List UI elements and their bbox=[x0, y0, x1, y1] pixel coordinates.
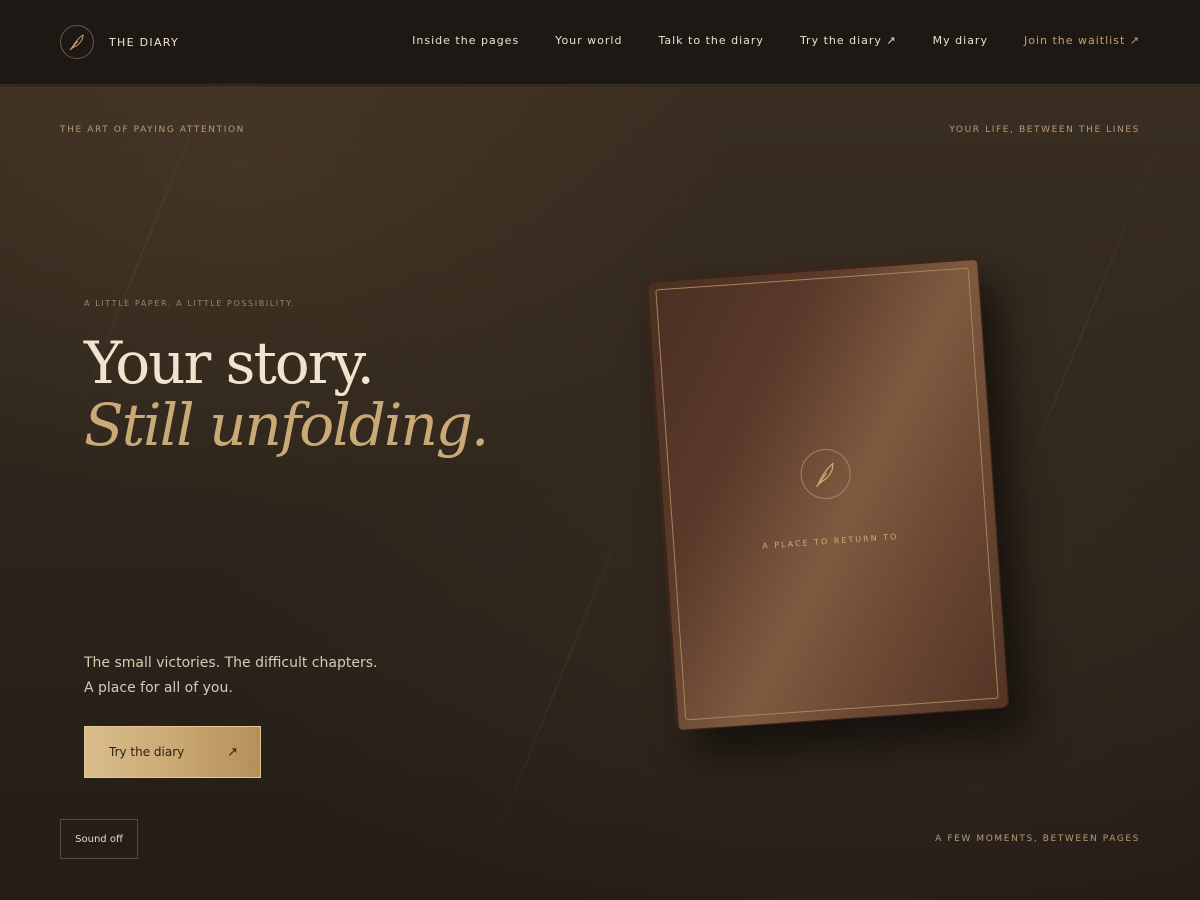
headline-line-2: Still unfolding. bbox=[84, 391, 489, 459]
top-left-tagline: THE ART OF PAYING ATTENTION bbox=[60, 125, 245, 135]
top-navigation-bar: THE DIARY Inside the pages Your world Ta… bbox=[0, 0, 1200, 85]
nav-item-try-the-diary[interactable]: Try the diary ↗ bbox=[800, 34, 897, 47]
nav-item-your-world[interactable]: Your world bbox=[555, 34, 622, 47]
sound-toggle-button[interactable]: Sound off bbox=[60, 819, 138, 859]
nav-item-join-waitlist[interactable]: Join the waitlist ↗ bbox=[1024, 34, 1140, 47]
nav-item-talk-to-the-diary[interactable]: Talk to the diary bbox=[658, 34, 763, 47]
diary-book-illustration: A PLACE TO RETURN TO bbox=[644, 256, 1010, 732]
try-the-diary-button[interactable]: Try the diary ↗ bbox=[84, 726, 261, 778]
cta-label: Try the diary bbox=[109, 745, 185, 759]
arrow-up-right-icon: ↗ bbox=[227, 744, 238, 760]
hero-section: THE ART OF PAYING ATTENTION YOUR LIFE, B… bbox=[0, 86, 1200, 900]
main-nav: Inside the pages Your world Talk to the … bbox=[412, 34, 1140, 47]
book-cover: A PLACE TO RETURN TO bbox=[644, 256, 1010, 732]
hero-headline: Your story. Still unfolding. bbox=[84, 329, 489, 459]
subcopy-line-2: A place for all of you. bbox=[84, 680, 233, 696]
hero-eyebrow: A LITTLE PAPER. A LITTLE POSSIBILITY. bbox=[84, 299, 296, 308]
nav-item-inside-the-pages[interactable]: Inside the pages bbox=[412, 34, 519, 47]
background-streak bbox=[1001, 140, 1161, 532]
nav-item-my-diary[interactable]: My diary bbox=[933, 34, 988, 47]
background-streak bbox=[481, 480, 641, 872]
subcopy-line-1: The small victories. The difficult chapt… bbox=[84, 655, 378, 671]
feather-quill-icon bbox=[60, 25, 94, 59]
bottom-right-tagline: A FEW MOMENTS, BETWEEN PAGES bbox=[935, 834, 1140, 844]
brand-name: THE DIARY bbox=[109, 35, 180, 49]
top-right-tagline: YOUR LIFE, BETWEEN THE LINES bbox=[949, 125, 1140, 135]
hero-subcopy: The small victories. The difficult chapt… bbox=[84, 651, 377, 701]
headline-line-1: Your story. bbox=[84, 329, 375, 397]
brand-logo-link[interactable]: THE DIARY bbox=[60, 25, 179, 59]
